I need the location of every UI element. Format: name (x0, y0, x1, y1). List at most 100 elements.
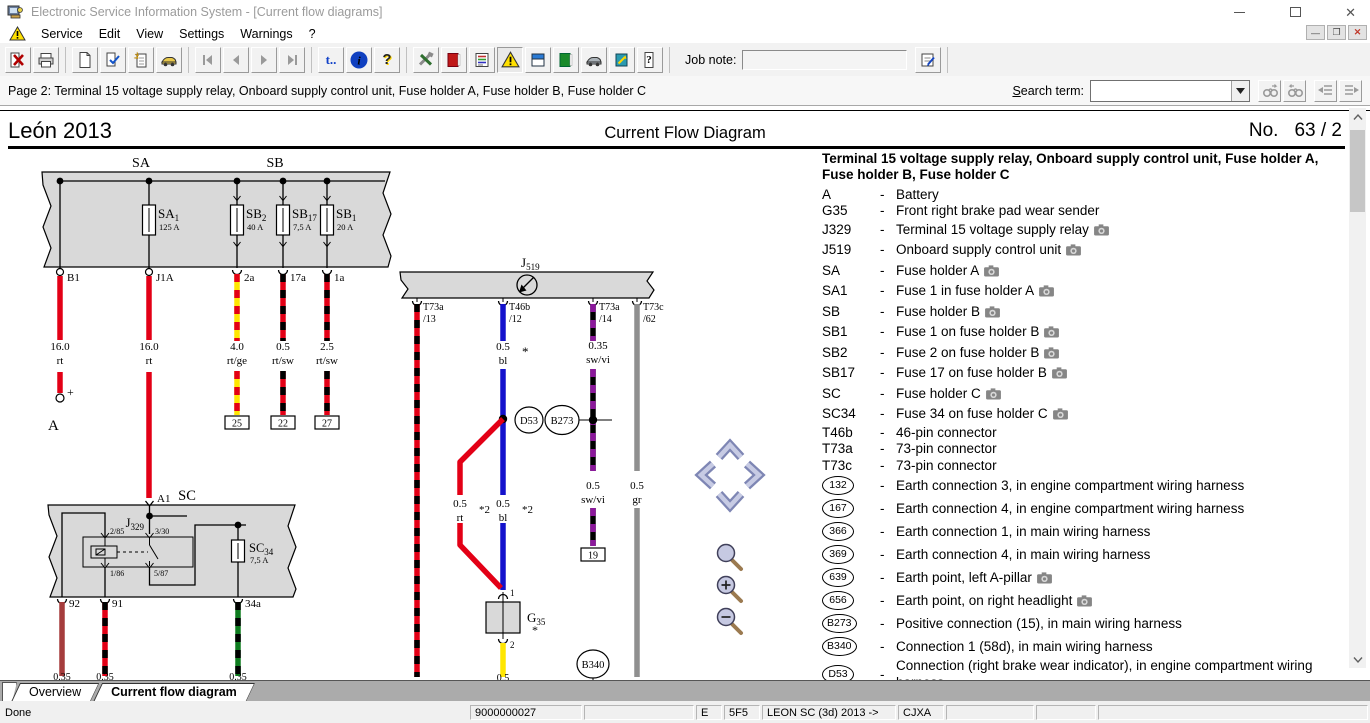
svg-text:gr: gr (632, 494, 642, 506)
help-button[interactable]: ? (374, 47, 400, 73)
new-document-button[interactable] (72, 47, 98, 73)
legend-row-132: 132-Earth connection 3, in engine compar… (822, 474, 1346, 497)
j519-label: J519 (521, 255, 540, 272)
nav-next-button[interactable] (251, 47, 277, 73)
pan-down-button[interactable] (719, 494, 741, 506)
menu-service[interactable]: Service (33, 27, 91, 41)
wire-t46b-12-blue: 0.5 bl * 0.5 bl *2 (496, 304, 533, 590)
edit-document-button[interactable] (100, 47, 126, 73)
control-unit-j519-box: J519 T73a/13 T46b/12 T73a/14 T73c/62 (400, 255, 664, 325)
svg-text:*: * (522, 344, 529, 359)
search-term-input[interactable] (1091, 81, 1231, 101)
svg-text:4.0: 4.0 (230, 341, 244, 353)
zoom-reset-button[interactable] (718, 545, 742, 570)
camera-icon[interactable] (1051, 366, 1068, 379)
svg-text:125 A: 125 A (159, 222, 180, 232)
faq-document-button[interactable]: ? (637, 47, 663, 73)
nav-last-button[interactable] (279, 47, 305, 73)
scroll-up-button[interactable] (1349, 108, 1366, 125)
camera-icon[interactable] (1065, 243, 1082, 256)
menu-settings[interactable]: Settings (171, 27, 232, 41)
menu-edit[interactable]: Edit (91, 27, 129, 41)
paint-box-button[interactable] (525, 47, 551, 73)
camera-icon[interactable] (1076, 594, 1093, 607)
exit-button[interactable] (5, 47, 31, 73)
job-note-edit-button[interactable] (915, 47, 941, 73)
search-previous-button[interactable] (1283, 80, 1306, 102)
menu-help[interactable]: ? (301, 27, 324, 41)
menu-view[interactable]: View (128, 27, 171, 41)
camera-icon[interactable] (984, 305, 1001, 318)
search-dropdown-button[interactable] (1231, 81, 1249, 101)
vertical-scrollbar[interactable] (1349, 108, 1366, 668)
wire-t73c-62-gray: 0.5 gr (630, 304, 644, 677)
nav-last-icon (283, 51, 301, 69)
svg-text:rt/ge: rt/ge (227, 355, 247, 367)
parts-catalog-button[interactable] (609, 47, 635, 73)
svg-text:91: 91 (112, 598, 123, 610)
svg-text:3/30: 3/30 (155, 527, 169, 536)
zoom-out-button[interactable] (718, 609, 742, 634)
result-back-button[interactable] (1314, 80, 1337, 102)
wire-j1a: 16.0 rt (139, 276, 159, 498)
exit-icon (9, 51, 27, 69)
camera-icon[interactable] (1036, 571, 1053, 584)
svg-text:0.5: 0.5 (276, 341, 290, 353)
mdi-close-button[interactable]: ✕ (1348, 25, 1367, 40)
mdi-minimize-button[interactable]: — (1306, 25, 1325, 40)
window-minimize-button[interactable] (1234, 12, 1245, 13)
wire-2a: 4.0 rt/ge 25 (225, 274, 249, 430)
window-restore-button[interactable] (1290, 7, 1301, 17)
pan-right-button[interactable] (747, 464, 759, 486)
search-next-button[interactable] (1258, 80, 1281, 102)
scroll-down-button[interactable] (1349, 651, 1366, 668)
legend-row-t73a: T73a-73-pin connector (822, 441, 1346, 457)
menu-warnings[interactable]: Warnings (232, 27, 300, 41)
scrollbar-thumb[interactable] (1350, 130, 1365, 212)
camera-icon[interactable] (1043, 325, 1060, 338)
nav-first-button[interactable] (195, 47, 221, 73)
vehicle-button[interactable] (156, 47, 182, 73)
index-list-button[interactable] (469, 47, 495, 73)
legend-row-sa1: SA1-Fuse 1 in fuse holder A (822, 281, 1346, 302)
camera-icon[interactable] (1093, 223, 1110, 236)
ground-ref-22: 22 (278, 419, 288, 430)
tools-button[interactable] (413, 47, 439, 73)
camera-icon[interactable] (985, 387, 1002, 400)
warnings-button[interactable] (497, 47, 523, 73)
vehicle-data-button[interactable] (581, 47, 607, 73)
page-title: Current Flow Diagram (0, 124, 1370, 143)
info-button[interactable]: i (346, 47, 372, 73)
camera-icon[interactable] (1052, 407, 1069, 420)
window-close-button[interactable]: ✕ (1345, 6, 1356, 19)
legend-panel: Terminal 15 voltage supply relay, Onboar… (822, 151, 1346, 682)
pan-left-button[interactable] (701, 464, 713, 486)
tab-current-flow-diagram[interactable]: Current flow diagram (93, 683, 255, 702)
svg-text:2.5: 2.5 (320, 341, 334, 353)
job-note-input[interactable] (742, 50, 907, 70)
camera-icon[interactable] (1043, 346, 1060, 359)
legend-row-j329: J329-Terminal 15 voltage supply relay (822, 220, 1346, 241)
nav-previous-button[interactable] (223, 47, 249, 73)
zoom-in-button[interactable] (718, 577, 742, 602)
copy-document-button[interactable] (128, 47, 154, 73)
result-forward-button[interactable] (1339, 80, 1362, 102)
svg-text:/12: /12 (509, 314, 522, 325)
legend-row-656: 656-Earth point, on right headlight (822, 589, 1346, 612)
tab-overview[interactable]: Overview (11, 683, 99, 702)
camera-icon[interactable] (983, 264, 1000, 277)
manual-book-button[interactable] (441, 47, 467, 73)
svg-text:T73a: T73a (599, 302, 620, 313)
camera-icon[interactable] (1038, 284, 1055, 297)
search-term-combobox (1090, 80, 1250, 102)
svg-text:0.5: 0.5 (586, 480, 600, 492)
t-jump-button[interactable]: t.. (318, 47, 344, 73)
print-button[interactable] (33, 47, 59, 73)
ground-ref-25: 25 (232, 419, 242, 430)
svg-text:40 A: 40 A (247, 222, 264, 232)
service-book-button[interactable] (553, 47, 579, 73)
pan-up-button[interactable] (719, 445, 741, 457)
svg-text:rt/sw: rt/sw (272, 355, 294, 367)
mdi-restore-button[interactable]: ❐ (1327, 25, 1346, 40)
svg-text:/13: /13 (423, 314, 436, 325)
